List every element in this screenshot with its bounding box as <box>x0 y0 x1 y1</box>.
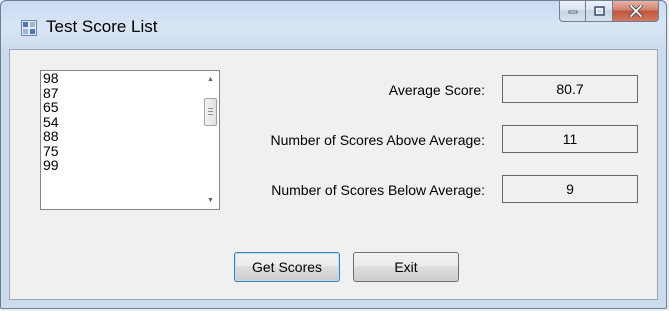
close-button[interactable] <box>613 1 659 22</box>
maximize-icon <box>593 6 605 16</box>
average-score-label: Average Score: <box>388 82 485 98</box>
list-item[interactable]: 99 <box>43 158 59 173</box>
scores-listbox[interactable]: 98 87 65 54 88 75 99 ▲ ▼ <box>40 70 220 210</box>
listbox-scrollbar[interactable]: ▲ ▼ <box>202 71 219 209</box>
scroll-down-button[interactable]: ▼ <box>202 192 219 209</box>
window-title: Test Score List <box>46 17 158 36</box>
minimize-button[interactable] <box>559 1 586 22</box>
form-client-area: 98 87 65 54 88 75 99 ▲ ▼ Average Score: … <box>9 49 658 300</box>
above-average-label: Number of Scores Above Average: <box>270 132 485 148</box>
list-item[interactable]: 54 <box>43 114 59 130</box>
chevron-up-icon: ▲ <box>207 76 214 83</box>
list-item[interactable]: 88 <box>43 129 59 144</box>
minimize-icon <box>568 10 577 14</box>
maximize-button[interactable] <box>586 1 613 22</box>
chevron-down-icon: ▼ <box>207 197 214 204</box>
grip-line <box>208 114 213 115</box>
grip-line <box>208 108 213 109</box>
average-score-output: 80.7 <box>502 75 638 103</box>
close-icon <box>628 5 643 17</box>
list-item[interactable]: 75 <box>43 143 59 159</box>
caption-buttons <box>559 1 659 23</box>
list-item[interactable]: 98 <box>43 71 59 86</box>
scrollbar-thumb[interactable] <box>204 98 217 126</box>
get-scores-button[interactable]: Get Scores <box>234 252 340 282</box>
form-icon <box>21 20 37 36</box>
list-item[interactable]: 65 <box>43 100 59 115</box>
grip-line <box>208 111 213 112</box>
exit-button[interactable]: Exit <box>353 252 459 282</box>
below-average-output: 9 <box>502 175 638 203</box>
scroll-up-button[interactable]: ▲ <box>202 71 219 88</box>
above-average-output: 11 <box>502 125 638 153</box>
main-window: Test Score List 98 87 65 54 88 75 99 ▲ ▼… <box>0 0 667 309</box>
title-bar[interactable]: Test Score List <box>1 1 666 49</box>
scores-list-items: 98 87 65 54 88 75 99 <box>43 71 59 173</box>
list-item[interactable]: 87 <box>43 85 59 101</box>
below-average-label: Number of Scores Below Average: <box>271 182 485 198</box>
